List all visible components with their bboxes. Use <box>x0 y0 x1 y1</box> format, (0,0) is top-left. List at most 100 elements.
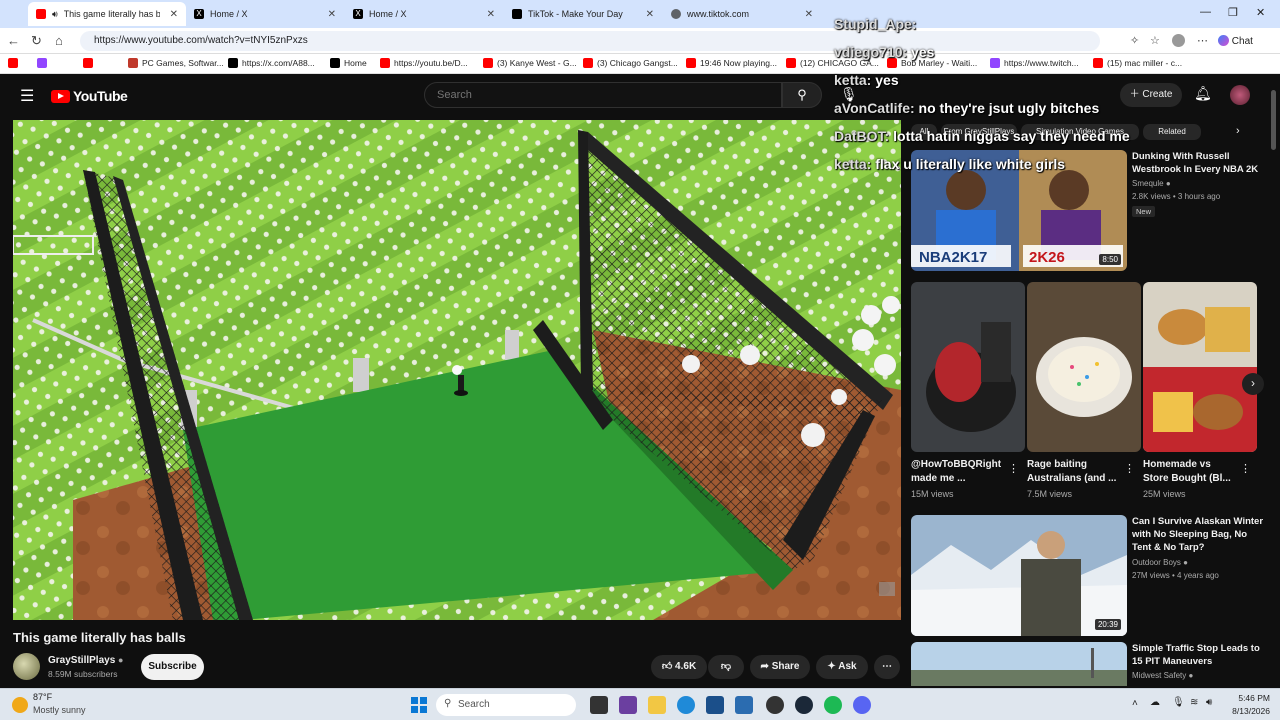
weather-condition[interactable]: Mostly sunny <box>33 705 86 715</box>
scrollbar-thumb[interactable] <box>1271 90 1276 150</box>
search-button[interactable]: ⚲ <box>782 82 822 108</box>
wifi-icon[interactable]: ≋ <box>1190 697 1198 708</box>
channel-watermark <box>879 582 895 596</box>
tab-x-home-2[interactable]: X Home / X ✕ <box>345 2 503 26</box>
audio-icon[interactable]: 🔊︎ <box>52 9 58 20</box>
share-button[interactable]: ➦ Share <box>750 655 810 679</box>
minimize-icon[interactable]: — <box>1200 6 1211 18</box>
chat-username: ketta: <box>834 156 872 172</box>
notifications-bell-icon[interactable]: 🔔︎ <box>1194 85 1212 102</box>
network-icon[interactable]: ☁︎ <box>1150 697 1160 708</box>
chevron-right-icon[interactable]: › <box>1236 125 1240 137</box>
profile-avatar[interactable] <box>1172 34 1185 47</box>
tab-tiktok[interactable]: TikTok - Make Your Day ✕ <box>504 2 662 26</box>
home-icon[interactable]: ⌂ <box>55 33 63 48</box>
close-icon[interactable]: ✕ <box>805 9 813 20</box>
bookmark-item[interactable] <box>8 58 18 68</box>
clock-date[interactable]: 8/13/2026 <box>1226 706 1270 716</box>
favorites-icon[interactable]: ☆ <box>1150 34 1160 47</box>
account-avatar[interactable] <box>1230 85 1250 105</box>
related-title[interactable]: Can I Survive Alaskan Winter with No Sle… <box>1132 515 1263 554</box>
app-icon[interactable] <box>706 696 724 714</box>
copilot-chat-button[interactable]: Chat <box>1218 35 1253 47</box>
microphone-icon[interactable]: 🎙︎ <box>1172 697 1185 708</box>
bookmark-item[interactable]: https://x.com/A88... <box>228 58 315 68</box>
chip-related[interactable]: Related <box>1143 124 1201 140</box>
back-icon[interactable]: ← <box>7 33 20 48</box>
x-icon <box>228 58 238 68</box>
related-title[interactable]: Simple Traffic Stop Leads to 15 PIT Mane… <box>1132 642 1260 668</box>
bookmark-item[interactable]: Home <box>330 58 367 68</box>
short-thumbnail[interactable] <box>1027 282 1141 452</box>
file-explorer-icon[interactable] <box>648 696 666 714</box>
short-title[interactable]: Homemade vs Store Bought (Bl... <box>1143 458 1235 486</box>
tab-tiktok-www[interactable]: www.tiktok.com ✕ <box>663 2 821 26</box>
tab-x-home[interactable]: X Home / X ✕ <box>186 2 344 26</box>
bookmark-item[interactable] <box>37 58 47 68</box>
more-vert-icon[interactable]: ⋮ <box>1124 462 1135 475</box>
bookmark-item[interactable]: https://youtu.be/D... <box>380 58 468 68</box>
close-icon[interactable]: ✕ <box>487 9 495 20</box>
spotify-icon[interactable] <box>824 696 842 714</box>
bookmark-item[interactable]: PC Games, Softwar... <box>128 58 224 68</box>
close-window-icon[interactable]: ✕ <box>1256 6 1265 19</box>
bookmark-item[interactable]: (15) mac miller - c... <box>1093 58 1182 68</box>
steam-icon[interactable] <box>795 696 813 714</box>
close-icon[interactable]: ✕ <box>170 9 178 20</box>
create-label: Create <box>1142 89 1173 100</box>
edge-browser-icon[interactable] <box>677 696 695 714</box>
tab-youtube-active[interactable]: 🔊︎ This game literally has balls - ✕ <box>28 2 186 26</box>
channel-name[interactable]: GrayStillPlays ● <box>48 655 123 666</box>
bookmark-item[interactable]: (3) Kanye West - G... <box>483 58 577 68</box>
ask-button[interactable]: ✦ Ask <box>816 655 868 679</box>
dislike-button[interactable]: 👎︎ <box>708 655 744 679</box>
extensions-icon[interactable]: ✧ <box>1130 34 1139 47</box>
video-player[interactable] <box>13 120 901 620</box>
subscribe-button[interactable]: Subscribe <box>141 654 204 680</box>
related-channel[interactable]: Smequle ● <box>1132 178 1171 190</box>
chevron-right-icon[interactable]: › <box>1242 373 1264 395</box>
more-icon[interactable]: ⋯ <box>1197 34 1208 47</box>
short-thumbnail[interactable] <box>1143 282 1257 452</box>
channel-avatar[interactable] <box>13 653 40 680</box>
related-channel[interactable]: Outdoor Boys ● <box>1132 557 1188 569</box>
maximize-icon[interactable]: ❐ <box>1228 6 1238 19</box>
like-button[interactable]: 👍︎ 4.6K <box>651 655 707 679</box>
bookmark-item[interactable]: 19:46 Now playing... <box>686 58 777 68</box>
bookmark-item[interactable]: https://www.twitch... <box>990 58 1079 68</box>
app-icon[interactable] <box>735 696 753 714</box>
search-icon: ⚲ <box>444 698 452 709</box>
bookmark-item[interactable]: (3) Chicago Gangst... <box>583 58 678 68</box>
related-channel[interactable]: Midwest Safety ● <box>1132 670 1193 682</box>
related-title[interactable]: Dunking With Russell Westbrook In Every … <box>1132 150 1258 176</box>
reload-icon[interactable]: ↻ <box>31 33 42 49</box>
app-icon[interactable] <box>619 696 637 714</box>
youtube-icon <box>380 58 390 68</box>
create-button[interactable]: ＋ Create <box>1120 83 1182 107</box>
more-vert-icon[interactable]: ⋮ <box>1008 462 1019 475</box>
short-title[interactable]: Rage baiting Australians (and ... <box>1027 458 1119 486</box>
more-actions-button[interactable]: ⋯ <box>874 655 900 679</box>
windows-start-icon[interactable] <box>410 696 428 714</box>
more-vert-icon[interactable]: ⋮ <box>1240 462 1251 475</box>
clock-time[interactable]: 5:46 PM <box>1230 693 1270 703</box>
app-icon[interactable] <box>766 696 784 714</box>
related-thumbnail[interactable]: 20:39 <box>911 515 1127 636</box>
short-title[interactable]: @HowToBBQRight made me ... <box>911 458 1003 486</box>
youtube-logo[interactable]: YouTube <box>51 88 128 104</box>
volume-icon[interactable]: 🔊︎ <box>1206 697 1212 708</box>
taskbar-search[interactable]: ⚲ Search <box>436 694 576 716</box>
task-view-icon[interactable] <box>590 696 608 714</box>
thumbs-down-icon: 👎︎ <box>720 661 732 672</box>
chevron-up-icon[interactable]: ˄ <box>1132 698 1138 709</box>
menu-icon[interactable]: ☰ <box>20 86 34 106</box>
bookmark-item[interactable] <box>83 58 93 68</box>
close-icon[interactable]: ✕ <box>646 9 654 20</box>
url-field[interactable]: https://www.youtube.com/watch?v=tNYI5znP… <box>80 31 1100 51</box>
related-thumbnail[interactable] <box>911 642 1127 686</box>
temperature[interactable]: 87°F <box>33 692 52 702</box>
search-input[interactable] <box>424 82 782 108</box>
short-thumbnail[interactable] <box>911 282 1025 452</box>
close-icon[interactable]: ✕ <box>328 9 336 20</box>
discord-icon[interactable] <box>853 696 871 714</box>
